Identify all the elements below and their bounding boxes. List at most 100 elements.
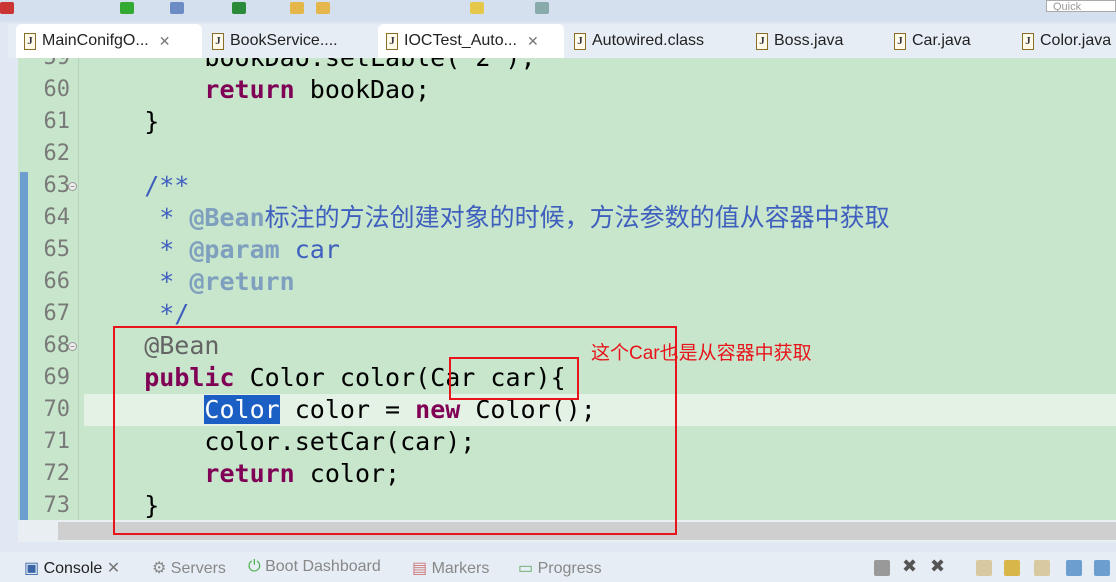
line-number: 73 [43, 493, 71, 518]
code-line[interactable]: /** [84, 170, 1116, 202]
tab-label: Console [43, 560, 103, 577]
editor-tab-bar: J MainConifgO... ✕ J BookService.... J IOCTe… [8, 24, 1116, 58]
code-line[interactable]: * @return [84, 266, 1116, 298]
line-number: 66 [43, 269, 71, 294]
code-line[interactable] [84, 138, 1116, 170]
tab-label: IOCTest_Auto... [404, 32, 517, 49]
code-token: /** [84, 171, 190, 200]
remove-all-icon[interactable]: ✖ [930, 556, 946, 576]
run-icon[interactable] [120, 2, 134, 14]
scroll-lock-icon[interactable] [1004, 560, 1020, 576]
tab-boss[interactable]: J Boss.java [748, 24, 843, 58]
bottom-panel-tabs: ▣ Console ✕ ⚙ Servers ⏻ Boot Dashboard ▤… [0, 552, 1116, 582]
code-token: @Bean [189, 203, 265, 232]
display-console-icon[interactable] [1094, 560, 1110, 576]
tab-label: Boot Dashboard [265, 558, 381, 575]
parameter-highlight-box [449, 357, 579, 400]
line-number: 64 [43, 205, 71, 230]
line-number: 62 [43, 141, 71, 166]
debug-icon[interactable] [232, 2, 246, 14]
tab-label: Color.java [1040, 32, 1112, 49]
tab-label: Car.java [912, 32, 971, 49]
code-token: 标注的方法创建对象的时候，方法参数的值从容器中获取 [264, 203, 890, 232]
code-token: bookDao.setLable("2"); [84, 58, 535, 72]
code-token: @return [189, 267, 295, 296]
tab-bookservice[interactable]: J BookService.... [204, 24, 338, 58]
line-number: 59 [34, 58, 71, 74]
code-token: car [279, 235, 340, 264]
java-file-icon: J [386, 32, 398, 50]
change-marker [20, 172, 28, 520]
code-line[interactable]: } [84, 106, 1116, 138]
java-file-icon: J [756, 32, 768, 50]
java-file-icon: J [24, 32, 36, 50]
tab-label: Servers [170, 560, 226, 577]
tab-color[interactable]: J Color.java [1014, 24, 1111, 58]
tab-markers[interactable]: ▤ Markers [412, 558, 489, 578]
java-file-icon: J [212, 32, 224, 50]
save-icon[interactable] [535, 2, 549, 14]
tab-label: Autowired.class [592, 32, 705, 49]
line-number: 65 [43, 237, 71, 262]
code-token: * [84, 235, 190, 264]
line-number: 61 [43, 109, 71, 134]
line-number: 71 [43, 429, 71, 454]
gutter-divider [78, 58, 79, 520]
code-token: */ [84, 299, 190, 328]
markers-icon: ▤ [412, 560, 428, 577]
remove-launch-icon[interactable]: ✖ [902, 556, 918, 576]
main-toolbar: Quick Access [0, 0, 1116, 22]
close-icon[interactable]: ✕ [527, 33, 539, 50]
line-number: 69 [43, 365, 71, 390]
code-line[interactable]: return bookDao; [84, 74, 1116, 106]
close-icon[interactable]: ✕ [159, 33, 171, 50]
line-number: 72 [43, 461, 71, 486]
java-file-icon: J [894, 32, 906, 50]
code-token: * [84, 267, 190, 296]
fold-toggle-icon[interactable]: − [68, 342, 77, 351]
line-number: 60 [43, 77, 71, 102]
terminate-icon[interactable] [874, 560, 890, 576]
tab-autowired[interactable]: J Autowired.class [566, 24, 704, 58]
line-number: 68 [43, 333, 71, 358]
progress-icon: ▭ [518, 560, 534, 577]
tab-boot-dashboard[interactable]: ⏻ Boot Dashboard [248, 558, 381, 576]
tab-console[interactable]: ▣ Console ✕ [24, 558, 120, 578]
tab-label: Markers [431, 560, 490, 577]
stop-icon[interactable] [0, 2, 14, 14]
tab-label: Progress [537, 560, 602, 577]
close-icon[interactable]: ✕ [107, 560, 120, 577]
tab-mainconfig[interactable]: J MainConifgO... ✕ [16, 24, 202, 58]
code-token: * [84, 203, 190, 232]
highlight-icon[interactable] [470, 2, 484, 14]
open-folder-icon[interactable] [290, 2, 304, 14]
tab-label: BookService.... [230, 32, 338, 49]
java-file-icon: J [1022, 32, 1034, 50]
pin-console-icon[interactable] [1066, 560, 1082, 576]
new-icon[interactable] [170, 2, 184, 14]
fold-toggle-icon[interactable]: − [68, 182, 77, 191]
code-token: } [84, 107, 160, 136]
code-line[interactable]: * @param car [84, 234, 1116, 266]
code-line[interactable]: bookDao.setLable("2"); [84, 58, 1116, 74]
boot-dashboard-icon: ⏻ [248, 558, 261, 575]
annotation-note: 这个Car也是从容器中获取 [591, 343, 812, 364]
servers-icon: ⚙ [152, 560, 167, 577]
word-wrap-icon[interactable] [1034, 560, 1050, 576]
code-token: @param [189, 235, 280, 264]
quick-access-input[interactable]: Quick Access [1046, 0, 1116, 12]
line-number: 70 [43, 397, 71, 422]
tab-progress[interactable]: ▭ Progress [518, 558, 602, 578]
code-line[interactable]: * @Bean标注的方法创建对象的时候，方法参数的值从容器中获取 [84, 202, 1116, 234]
open-type-icon[interactable] [316, 2, 330, 14]
tab-ioctest[interactable]: J IOCTest_Auto... ✕ [378, 24, 564, 58]
tab-servers[interactable]: ⚙ Servers [152, 558, 226, 578]
code-token: bookDao; [294, 75, 431, 104]
tab-car[interactable]: J Car.java [886, 24, 971, 58]
tab-label: MainConifgO... [42, 32, 149, 49]
clear-console-icon[interactable] [976, 560, 992, 576]
tab-label: Boss.java [774, 32, 844, 49]
code-token: return [204, 75, 295, 104]
class-file-icon: J [574, 32, 586, 50]
